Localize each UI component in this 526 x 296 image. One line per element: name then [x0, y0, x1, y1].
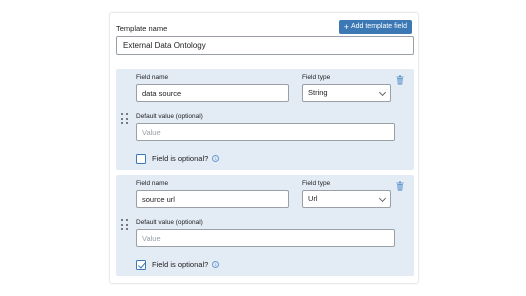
chevron-down-icon [378, 194, 387, 203]
trash-icon[interactable] [396, 75, 404, 85]
field-optional-checkbox[interactable] [136, 153, 146, 164]
chevron-down-icon [378, 88, 387, 97]
template-name-label: Template name [116, 24, 168, 33]
field-optional-label: Field is optional? [152, 260, 209, 269]
plus-icon: + [343, 22, 349, 32]
field-optional-checkbox[interactable] [136, 259, 146, 270]
template-editor-panel: Template name + Add template field Field… [109, 12, 419, 284]
add-template-field-label: Add template field [350, 23, 407, 30]
template-field-card: Field name Field type String Default val… [116, 69, 414, 170]
field-name-label: Field name [136, 180, 169, 187]
field-type-select[interactable]: Url [302, 190, 391, 208]
field-optional-row: Field is optional? i [136, 153, 220, 164]
field-optional-label: Field is optional? [152, 154, 209, 163]
default-value-label: Default value (optional) [136, 219, 203, 226]
drag-handle-icon[interactable] [121, 219, 128, 231]
field-name-label: Field name [136, 74, 169, 81]
template-field-card: Field name Field type Url Default value … [116, 175, 414, 276]
trash-icon[interactable] [396, 181, 404, 191]
field-type-select[interactable]: String [302, 84, 391, 102]
field-type-label: Field type [302, 180, 331, 187]
field-name-input[interactable] [136, 84, 289, 102]
default-value-input[interactable] [136, 123, 395, 141]
info-icon[interactable]: i [212, 155, 220, 162]
field-type-label: Field type [302, 74, 331, 81]
field-optional-row: Field is optional? i [136, 259, 220, 270]
info-icon[interactable]: i [212, 261, 220, 268]
add-template-field-button[interactable]: + Add template field [338, 20, 412, 34]
template-name-input[interactable] [116, 36, 414, 55]
default-value-input[interactable] [136, 229, 395, 247]
drag-handle-icon[interactable] [121, 113, 128, 125]
field-type-value: Url [308, 194, 318, 203]
default-value-label: Default value (optional) [136, 113, 203, 120]
field-type-value: String [308, 88, 328, 97]
field-name-input[interactable] [136, 190, 289, 208]
